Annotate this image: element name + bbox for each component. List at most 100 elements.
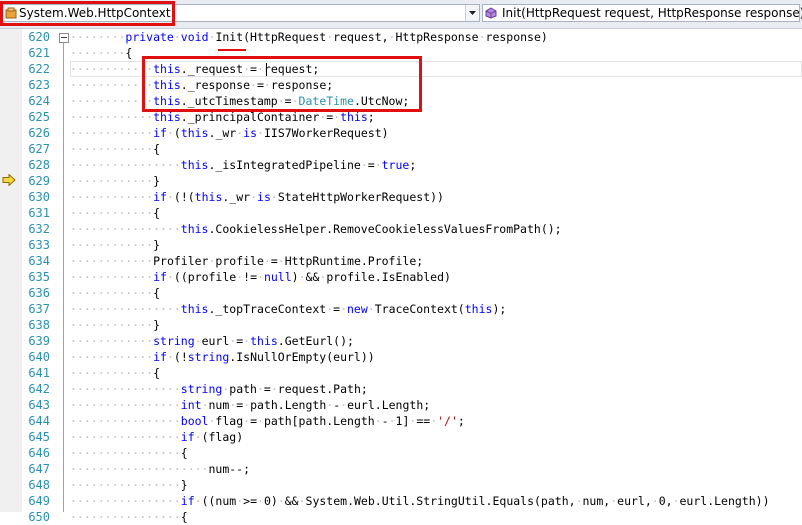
line-number: 642 [28,382,50,396]
code-token: eurl.Length)) [679,494,770,508]
code-line[interactable]: 646 ················{ [0,445,802,461]
whitespace-guide: · [298,494,306,508]
code-text[interactable]: ········{ [70,45,132,61]
whitespace-guide: · [374,414,382,428]
code-line[interactable]: 640 ············if·(!string.IsNullOrEmpty… [0,349,802,365]
code-line[interactable]: 627 ············{ [0,141,802,157]
code-token: - [381,414,389,428]
code-token: = [250,414,257,428]
code-line[interactable]: 628 ················this._isIntegratedPip… [0,157,802,173]
code-line[interactable]: 638 ············} [0,317,802,333]
code-text[interactable]: ············} [70,173,160,189]
annotation-box-assignments [142,56,422,112]
code-line[interactable]: 645 ················if·(flag) [0,429,802,445]
whitespace-guide: · [270,382,278,396]
code-text[interactable]: ············{ [70,205,160,221]
whitespace-guide: ············ [70,142,154,156]
code-line[interactable]: 631 ············{ [0,205,802,221]
code-line[interactable]: 644 ················bool·flag·=·path[path… [0,413,802,429]
whitespace-guide: · [277,254,285,268]
code-text[interactable]: ············if·(!string.IsNullOrEmpty(eu… [70,349,375,365]
keyword-token: this [180,302,209,316]
code-line[interactable]: 632 ················this.CookielessHelper… [0,221,802,237]
whitespace-guide: · [166,350,174,364]
code-line[interactable]: 648 ················} [0,477,802,493]
code-text[interactable]: ················string·path·=·request.Pa… [70,381,368,397]
code-line[interactable]: 633 ············} [0,237,802,253]
code-line[interactable]: 643 ················int·num·=·path.Length… [0,397,802,413]
code-text[interactable]: ················int·num·=·path.Length·-·… [70,397,430,413]
line-number: 632 [28,222,50,236]
code-token: StateHttpWorkerRequest)) [277,190,444,204]
code-token: } [180,478,188,492]
code-line[interactable]: 647 ····················num--; [0,461,802,477]
code-line[interactable]: 634 ············Profiler·profile·=·HttpRu… [0,253,802,269]
code-text[interactable]: ············if·(this._wr·is·IIS7WorkerRe… [70,125,389,141]
code-text[interactable]: ················if·((num·>=·0)·&&·System… [70,493,770,509]
code-line[interactable]: 641 ············{ [0,365,802,381]
whitespace-guide: ············ [70,62,154,76]
keyword-token: this [153,110,181,124]
code-token: ); [492,302,507,316]
code-token: ) [291,270,299,284]
keyword-token: this [180,222,209,236]
line-number: 633 [28,238,50,252]
whitespace-guide: · [166,190,174,204]
code-token: .IsNullOrEmpty(eurl)) [229,350,375,364]
line-number: 650 [28,510,50,524]
code-text[interactable]: ············} [70,317,160,333]
keyword-token: this [180,158,209,172]
code-text[interactable]: ················if·(flag) [70,429,243,445]
whitespace-guide: · [166,270,174,284]
code-text[interactable]: ········private·void·Init(HttpRequest·re… [70,29,548,45]
whitespace-guide: ················ [70,158,181,172]
code-text[interactable]: ············if·(!(this._wr·is·StateHttpW… [70,189,444,205]
code-line[interactable]: 650 ················{ [0,509,802,525]
whitespace-guide: ···················· [70,462,209,476]
code-token: (! [173,350,188,364]
code-text[interactable]: ············{ [70,285,160,301]
code-text[interactable]: ············{ [70,365,160,381]
code-text[interactable]: ····················num--; [70,461,250,477]
whitespace-guide: ············ [70,286,154,300]
code-text[interactable]: ············if·((profile·!=·null)·&&·pro… [70,269,451,285]
code-line[interactable]: 635 ············if·((profile·!=·null)·&&·… [0,269,802,285]
code-line[interactable]: 649 ················if·((num·>=·0)·&&·Sys… [0,493,802,509]
keyword-token: true [381,158,410,172]
code-line[interactable]: 629 ············} [0,173,802,189]
code-text[interactable]: ············string·eurl·=·this.GetEurl()… [70,333,354,349]
code-token: ._topTraceContext [208,302,327,316]
code-token: ; [367,110,375,124]
type-dropdown-chevron-down-icon[interactable] [465,5,479,21]
whitespace-guide: ············ [70,206,154,220]
line-number: 639 [28,334,50,348]
code-line[interactable]: 639 ············string·eurl·=·this.GetEur… [0,333,802,349]
whitespace-guide: ············ [70,318,154,332]
current-statement-arrow-icon [2,174,16,186]
code-text[interactable]: ················{ [70,509,188,525]
code-token: } [153,174,161,188]
code-line[interactable]: 637 ················this._topTraceContext… [0,301,802,317]
code-line[interactable]: 620 ········private·void·Init(HttpRequest… [0,29,802,45]
code-line[interactable]: 630 ············if·(!(this._wr·is·StateHt… [0,189,802,205]
keyword-token: if [153,270,167,284]
code-token: flag [215,414,244,428]
code-text[interactable]: ············Profiler·profile·=·HttpRunti… [70,253,423,269]
code-text[interactable]: ················this._topTraceContext·=·… [70,301,506,317]
code-line[interactable]: 626 ············if·(this._wr·is·IIS7Worke… [0,125,802,141]
member-dropdown[interactable]: Init(HttpRequest request, HttpResponse r… [482,4,802,22]
code-text[interactable]: ················this.CookielessHelper.Re… [70,221,562,237]
code-token: eurl, [617,494,652,508]
code-text[interactable]: ················bool·flag·=·path[path.Le… [70,413,465,429]
code-text[interactable]: ············} [70,237,160,253]
whitespace-guide: · [166,126,174,140]
code-line[interactable]: 636 ············{ [0,285,802,301]
code-text[interactable]: ················{ [70,445,188,461]
code-text[interactable]: ············{ [70,141,160,157]
code-text[interactable]: ················this._isIntegratedPipeli… [70,157,416,173]
code-token: { [125,46,133,60]
code-token: ( [173,126,181,140]
code-token: == [416,414,431,428]
code-line[interactable]: 642 ················string·path·=·request… [0,381,802,397]
code-text[interactable]: ················} [70,477,188,493]
